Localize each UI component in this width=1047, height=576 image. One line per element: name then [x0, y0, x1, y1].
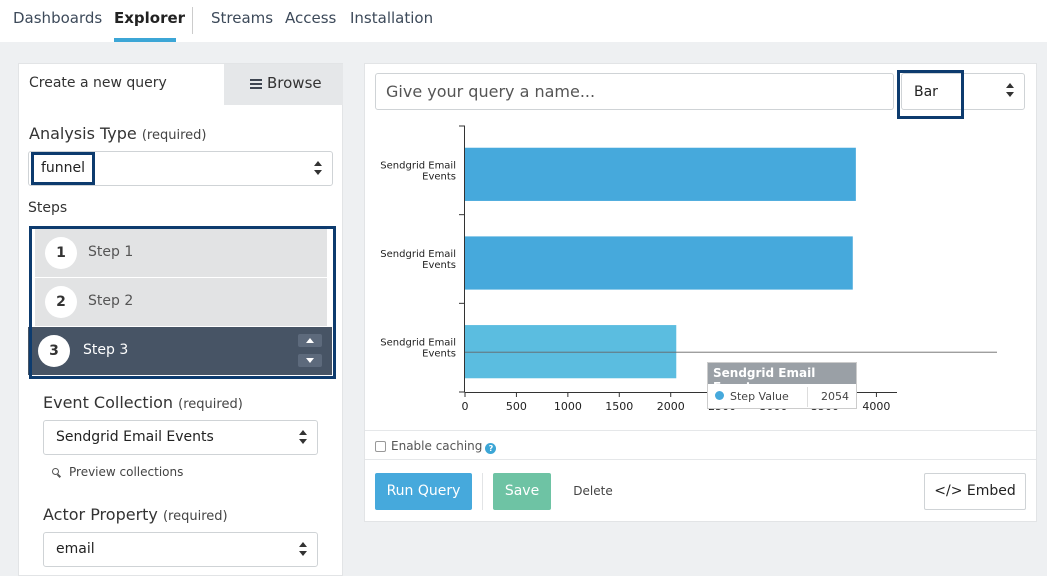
save-button[interactable]: Save	[493, 473, 551, 510]
run-query-button[interactable]: Run Query	[375, 473, 472, 510]
help-icon[interactable]: ?	[485, 443, 497, 454]
nav-access[interactable]: Access	[285, 9, 336, 27]
tooltip-value: 2054	[821, 390, 849, 403]
actor-property-value: email	[56, 541, 95, 557]
event-collection-select[interactable]: Sendgrid Email Events	[43, 420, 318, 455]
bar-3	[465, 325, 677, 379]
tooltip-key: Step Value	[730, 390, 789, 403]
bar-2	[465, 236, 853, 290]
category-label: Events	[422, 349, 456, 360]
event-collection-value: Sendgrid Email Events	[56, 429, 214, 445]
embed-button[interactable]: </> Embed	[924, 473, 1026, 510]
actor-property-label-text: Actor Property	[43, 505, 158, 524]
nav-explorer[interactable]: Explorer	[114, 9, 185, 27]
divider	[365, 430, 1036, 431]
select-arrows-icon	[1006, 83, 1014, 99]
nav-streams[interactable]: Streams	[211, 9, 273, 27]
tab-browse-label: Browse	[267, 74, 322, 92]
actor-property-select[interactable]: email	[43, 532, 318, 567]
category-label: Sendgrid Email	[380, 160, 456, 171]
list-icon	[250, 79, 262, 89]
actor-property-label: Actor Property (required)	[43, 505, 228, 524]
event-collection-label: Event Collection (required)	[43, 393, 243, 412]
enable-caching-row[interactable]: Enable caching?	[375, 439, 497, 454]
analysis-type-label: Analysis Type (required)	[29, 124, 206, 143]
x-tick-label: 1500	[605, 400, 633, 413]
delete-button[interactable]: Delete	[566, 473, 620, 510]
preview-collections-link[interactable]: Preview collections	[52, 465, 183, 479]
nav-divider	[192, 7, 193, 34]
category-label: Sendgrid Email	[380, 338, 456, 349]
x-tick-label: 2000	[657, 400, 685, 413]
analysis-type-label-text: Analysis Type	[29, 124, 137, 143]
nav-dashboards[interactable]: Dashboards	[13, 9, 102, 27]
select-arrows-icon	[299, 430, 307, 446]
required-hint: (required)	[141, 128, 207, 143]
enable-caching-label: Enable caching	[391, 439, 483, 453]
select-arrows-icon	[299, 542, 307, 558]
bar-1	[465, 147, 856, 201]
chart-tooltip: Sendgrid Email Events Step Value 2054	[707, 362, 857, 409]
query-name-input[interactable]	[375, 73, 894, 110]
category-label: Events	[422, 171, 456, 182]
chart-type-highlight	[897, 70, 964, 119]
category-label: Sendgrid Email	[380, 249, 456, 260]
category-label: Events	[422, 260, 456, 271]
tab-create-query[interactable]: Create a new query	[19, 64, 224, 105]
nav-active-underline	[114, 38, 176, 42]
event-collection-label-text: Event Collection	[43, 393, 174, 412]
tooltip-title: Sendgrid Email Events	[708, 363, 856, 394]
funnel-bar-chart: Sendgrid EmailEventsSendgrid EmailEvents…	[380, 125, 997, 413]
top-nav: Dashboards Explorer Streams Access Insta…	[0, 0, 1047, 42]
series-dot	[715, 391, 724, 400]
x-tick-label: 500	[506, 400, 527, 413]
tab-browse[interactable]: Browse	[224, 64, 343, 105]
tooltip-row: Step Value 2054	[708, 387, 856, 407]
required-hint: (required)	[178, 397, 243, 412]
enable-caching-checkbox[interactable]	[375, 441, 386, 452]
steps-highlight	[29, 226, 336, 379]
select-arrows-icon	[314, 161, 322, 177]
tooltip-separator	[807, 387, 808, 407]
x-tick-label: 4000	[862, 400, 890, 413]
search-icon	[52, 468, 61, 477]
preview-collections-label: Preview collections	[69, 465, 184, 479]
divider	[365, 459, 1036, 460]
nav-installation[interactable]: Installation	[350, 9, 433, 27]
analysis-type-highlight	[31, 152, 95, 185]
steps-label: Steps	[28, 200, 68, 216]
x-tick-label: 1000	[554, 400, 582, 413]
button-separator	[482, 473, 483, 510]
required-hint: (required)	[162, 509, 228, 524]
x-tick-label: 0	[462, 400, 469, 413]
